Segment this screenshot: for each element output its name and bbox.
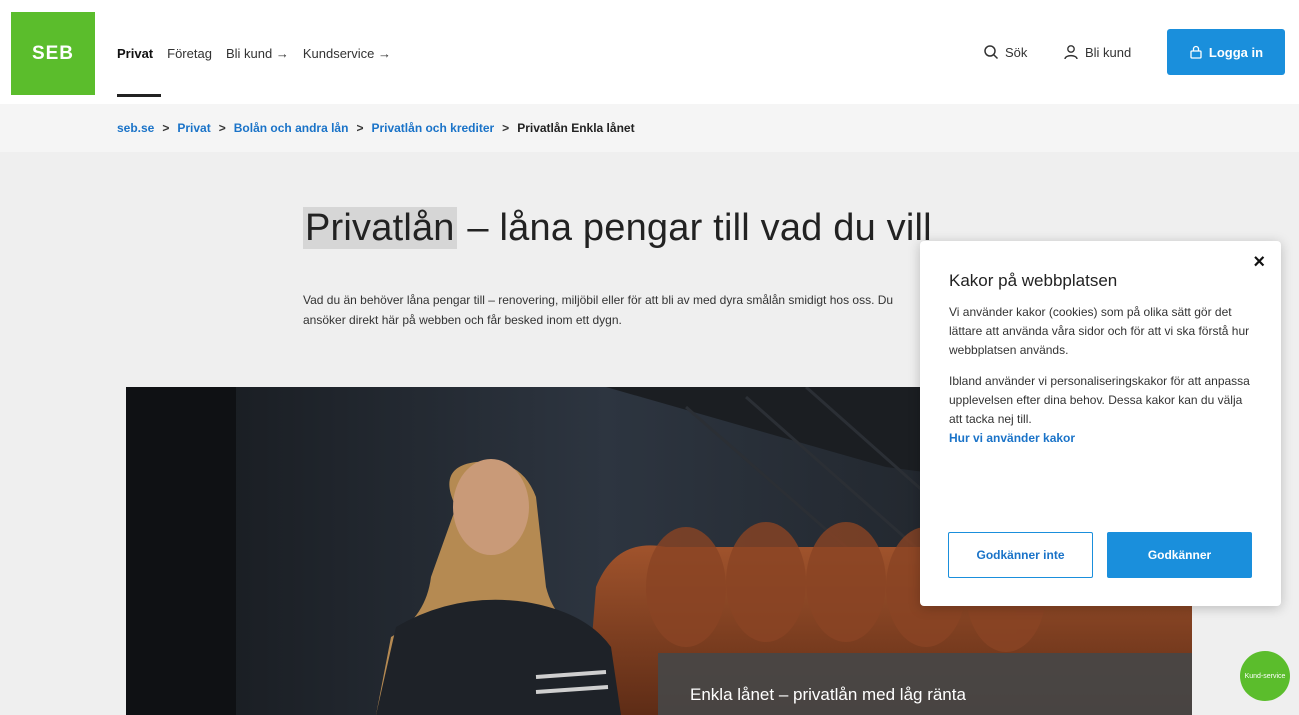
nav-privat[interactable]: Privat (117, 46, 153, 61)
title-rest: – låna pengar till vad du vill (456, 207, 932, 249)
close-icon[interactable]: × (1253, 251, 1265, 274)
cookie-title: Kakor på webbplatsen (949, 271, 1118, 290)
bli-kund-link[interactable]: Bli kund (1063, 44, 1131, 60)
cookie-dialog: × Kakor på webbplatsen Vi använder kakor… (920, 241, 1281, 606)
active-nav-indicator (117, 94, 161, 97)
nav-foretag[interactable]: Företag (167, 46, 212, 61)
product-card-title: Enkla lånet – privatlån med låg ränta (690, 685, 966, 704)
breadcrumb-privatlan-krediter[interactable]: Privatlån och krediter (371, 121, 494, 135)
hero-description: Vad du än behöver låna pengar till – ren… (303, 293, 894, 327)
cookie-actions: Godkänner inte Godkänner (948, 532, 1252, 578)
search-icon (984, 45, 999, 60)
breadcrumb-current: Privatlån Enkla lånet (517, 121, 635, 135)
site-header: SEB Privat Företag Bli kund → Kundservic… (0, 0, 1299, 104)
nav-kundservice[interactable]: Kundservice → (303, 46, 391, 61)
accept-cookies-button[interactable]: Godkänner (1107, 532, 1252, 578)
lock-icon (1190, 45, 1202, 59)
breadcrumb-separator: > (356, 121, 364, 135)
breadcrumb: seb.se > Privat > Bolån och andra lån > … (0, 104, 1299, 152)
search-link[interactable]: Sök (983, 44, 1027, 60)
main-nav: Privat Företag Bli kund → Kundservice → (117, 46, 405, 61)
title-highlight: Privatlån (303, 207, 457, 249)
breadcrumb-privat[interactable]: Privat (177, 121, 210, 135)
user-icon (1064, 45, 1078, 60)
cookie-info-link[interactable]: Hur vi använder kakor (949, 431, 1253, 445)
decline-cookies-button[interactable]: Godkänner inte (948, 532, 1093, 578)
login-label: Logga in (1208, 44, 1264, 60)
breadcrumb-separator: > (162, 121, 170, 135)
product-card[interactable]: Enkla lånet – privatlån med låg ränta (658, 653, 1192, 715)
breadcrumb-separator: > (218, 121, 226, 135)
seb-logo[interactable]: SEB (11, 12, 95, 95)
page-title: Privatlån – låna pengar till vad du vill (303, 207, 932, 250)
breadcrumb-bolan[interactable]: Bolån och andra lån (234, 121, 349, 135)
search-label: Sök (1005, 44, 1028, 60)
nav-bli-kund[interactable]: Bli kund → (226, 46, 289, 61)
bli-kund-label: Bli kund (1085, 44, 1132, 60)
cookie-text-1: Vi använder kakor (cookies) som på olika… (949, 305, 1250, 357)
login-button[interactable]: Logga in (1167, 29, 1285, 75)
breadcrumb-separator: > (502, 121, 510, 135)
cookie-text-2: Ibland använder vi personaliseringskakor… (949, 374, 1250, 426)
kundservice-chat-button[interactable]: Kund-service (1240, 651, 1290, 701)
breadcrumb-seb[interactable]: seb.se (117, 121, 154, 135)
